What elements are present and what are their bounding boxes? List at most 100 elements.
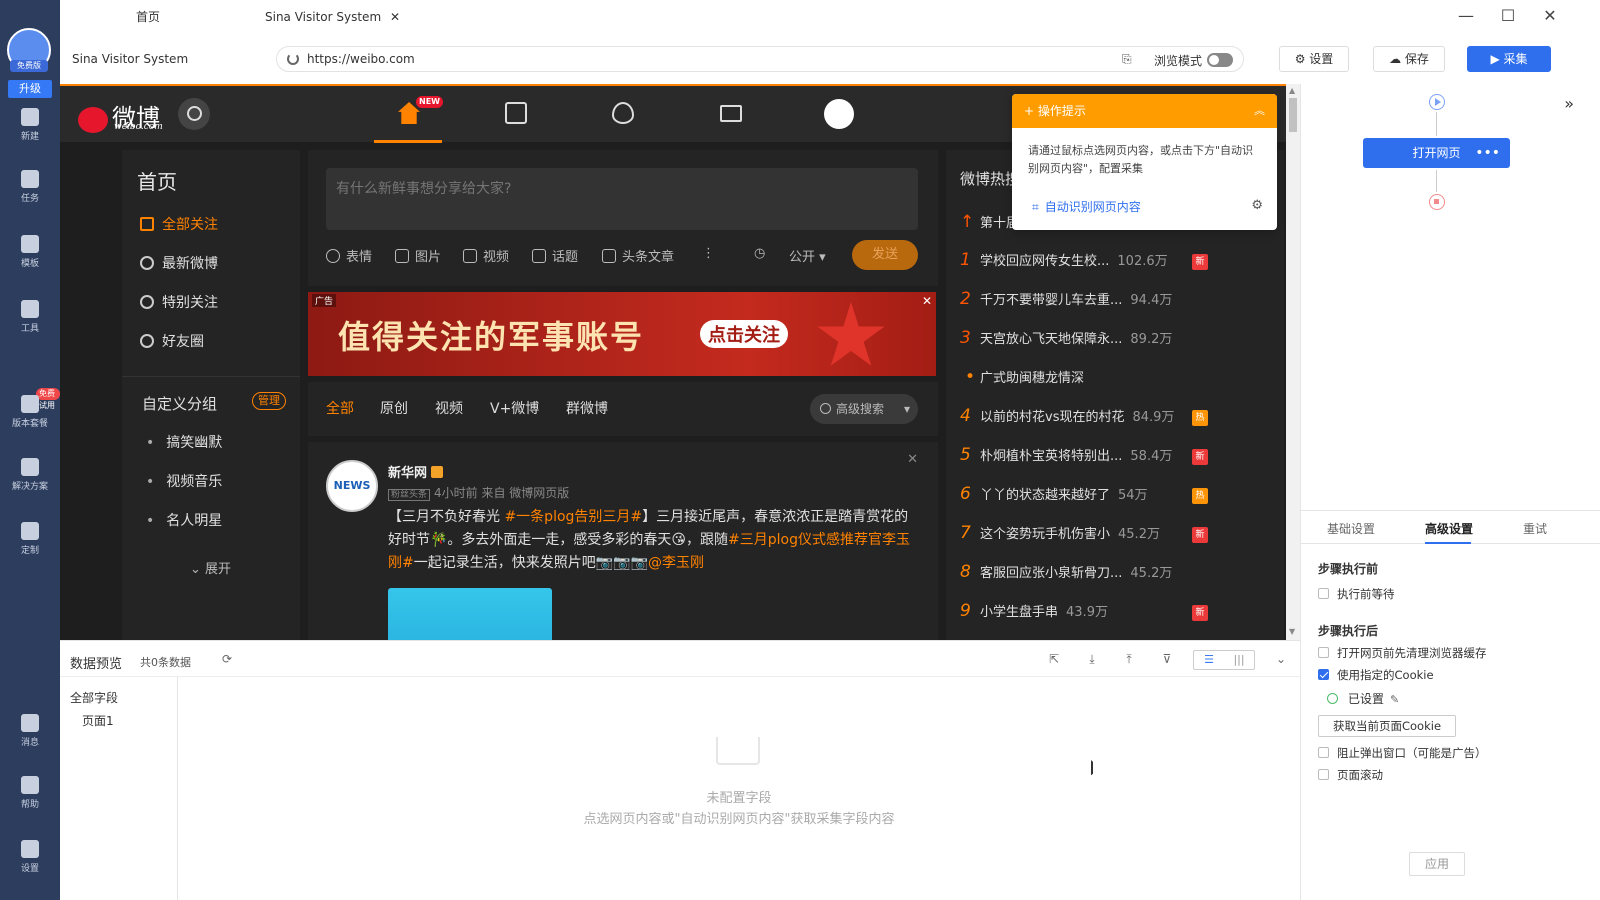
expand-button[interactable]: ⌄ 展开 [190,558,231,577]
manage-button[interactable]: 管理 [252,392,286,410]
tab-advanced[interactable]: 高级设置 [1425,520,1473,537]
save-button[interactable]: ☁ 保存 [1373,46,1445,72]
rail-item-templates[interactable]: 模板 [0,235,60,269]
vertical-scrollbar[interactable]: ▲ ▼ [1286,84,1300,640]
filter-group[interactable]: 群微博 [566,398,608,418]
checkbox[interactable] [1318,769,1329,780]
video-icon[interactable] [505,102,527,124]
ad-follow-button[interactable]: 点击关注 [700,320,788,348]
nav-all-follow[interactable]: 全部关注 [140,214,218,234]
stop-icon[interactable] [1429,194,1445,210]
maximize-icon[interactable]: ☐ [1498,6,1518,26]
hot-row[interactable]: 5 朴炯植朴宝英将特别出... 58.4万 [960,445,1210,465]
avatar[interactable] [824,99,854,129]
nav-friends[interactable]: 好友圈 [140,331,204,351]
search-icon[interactable] [178,98,210,130]
rail-item-settings[interactable]: 设置 [0,840,60,874]
use-cookie-checkbox[interactable]: 使用指定的Cookie [1318,667,1434,683]
column-view-icon[interactable]: ||| [1224,651,1254,669]
hot-row[interactable]: 8 客服回应张小泉斩骨刀... 45.2万 [960,562,1210,582]
upgrade-button[interactable]: 升级 [8,80,52,98]
rail-item-help[interactable]: 帮助 [0,776,60,810]
group-item[interactable]: 视频音乐 [146,471,222,491]
rail-item-tasks[interactable]: 任务 [0,170,60,204]
page-scroll-checkbox[interactable]: 页面滚动 [1318,767,1383,783]
nav-special[interactable]: 特别关注 [140,292,218,312]
scroll-thumb[interactable] [1289,98,1297,132]
checkbox-checked[interactable] [1318,669,1329,680]
group-item[interactable]: 搞笑幽默 [146,432,222,452]
checkbox[interactable] [1318,588,1329,599]
emoji-button[interactable]: 表情 [326,246,372,265]
auto-detect-link[interactable]: 自动识别网页内容 [1032,198,1141,215]
gear-icon[interactable]: ⚙ [1251,198,1263,213]
ad-banner[interactable]: 广告 值得关注的军事账号 点击关注 ✕ [308,292,936,376]
rail-item-custom[interactable]: 定制 [0,522,60,556]
hot-row[interactable]: 3 天宫放心飞天地保障永... 89.2万 [960,328,1210,348]
close-tab-icon[interactable]: ✕ [390,0,400,36]
filter-vplus[interactable]: V+微博 [490,398,539,418]
tree-item-page1[interactable]: 页面1 [82,712,114,729]
close-icon[interactable]: ✕ [907,452,918,467]
checkbox[interactable] [1318,747,1329,758]
rail-item-solutions[interactable]: 解决方案 [0,458,60,492]
browse-mode-toggle[interactable] [1207,53,1233,67]
video-button[interactable]: 视频 [463,246,509,265]
post-avatar[interactable]: NEWS [326,460,378,512]
close-icon[interactable]: ✕ [922,294,932,308]
chevron-down-icon[interactable]: ⌄ [1274,652,1288,666]
step-open-page[interactable]: 打开网页 ••• [1363,138,1510,168]
refresh-icon[interactable] [287,53,299,65]
article-button[interactable]: 头条文章 [602,246,674,265]
mail-icon[interactable] [720,105,742,122]
nav-latest[interactable]: 最新微博 [140,253,218,273]
settings-button[interactable]: ⚙ 设置 [1279,46,1349,72]
filter-video[interactable]: 视频 [435,398,463,418]
minimize-icon[interactable]: — [1456,6,1476,26]
get-cookie-button[interactable]: 获取当前页面Cookie [1318,715,1456,737]
play-icon[interactable] [1429,94,1445,110]
list-view-icon[interactable]: ☰ [1194,651,1224,669]
export-icon[interactable]: ⇱ [1047,652,1061,666]
rail-item-messages[interactable]: 消息 [0,714,60,748]
hot-row[interactable]: 7 这个姿势玩手机伤害小 45.2万 [960,523,1210,543]
filter-original[interactable]: 原创 [380,398,408,418]
more-icon[interactable]: ⋮ [702,246,715,261]
tab-basic[interactable]: 基础设置 [1327,520,1375,537]
send-button[interactable]: 发送 [852,240,918,270]
doc-icon[interactable]: ⎘ [1122,52,1132,67]
download-icon[interactable]: ⤓ [1085,652,1099,666]
filter-icon[interactable]: ⊽ [1160,652,1174,666]
tab-sina[interactable]: Sina Visitor System [265,0,381,36]
tab-retry[interactable]: 重试 [1523,520,1547,537]
hot-row[interactable]: 2 千万不要带婴儿车去重... 94.4万 [960,289,1210,309]
filter-all[interactable]: 全部 [326,398,354,418]
edit-icon[interactable]: ✎ [1390,693,1399,706]
visibility-select[interactable]: 公开 ▾ [789,246,826,265]
image-button[interactable]: 图片 [395,246,441,265]
apply-button[interactable]: 应用 [1409,852,1465,876]
advanced-search-button[interactable]: 高级搜索 [810,394,918,424]
hot-row[interactable]: 4 以前的村花vs现在的村花 84.9万 [960,406,1210,426]
rail-item-plans[interactable]: 版本套餐 [0,395,60,429]
clear-cache-checkbox[interactable]: 打开网页前先清理浏览器缓存 [1318,645,1487,661]
collapse-panel-icon[interactable]: » [1564,94,1574,113]
upload-icon[interactable]: ⤒ [1122,652,1136,666]
rail-item-new[interactable]: 新建 [0,108,60,142]
post-input[interactable] [326,168,918,230]
close-icon[interactable]: ✕ [1540,6,1560,26]
address-bar[interactable]: https://weibo.com ⎘ 浏览模式 [276,46,1244,72]
url-text[interactable]: https://weibo.com [307,52,415,66]
fire-icon[interactable] [612,102,634,124]
refresh-icon[interactable]: ⟳ [220,652,234,666]
tab-home[interactable]: 首页 [136,0,160,36]
post-author[interactable]: 新华网 [388,462,444,481]
wait-before-checkbox[interactable]: 执行前等待 [1318,586,1395,602]
block-popup-checkbox[interactable]: 阻止弹出窗口（可能是广告） [1318,745,1487,761]
weibo-logo[interactable]: 微博 weibo.com [78,98,163,133]
collapse-icon[interactable]: ︽ [1254,94,1265,128]
hot-row[interactable]: • 广式助闽穗龙情深 [960,367,1210,387]
hot-row[interactable]: 1 学校回应网传女生校... 102.6万 [960,250,1210,270]
mention-link[interactable]: @李玉刚 [648,555,704,571]
timer-icon[interactable]: ◷ [754,246,765,261]
